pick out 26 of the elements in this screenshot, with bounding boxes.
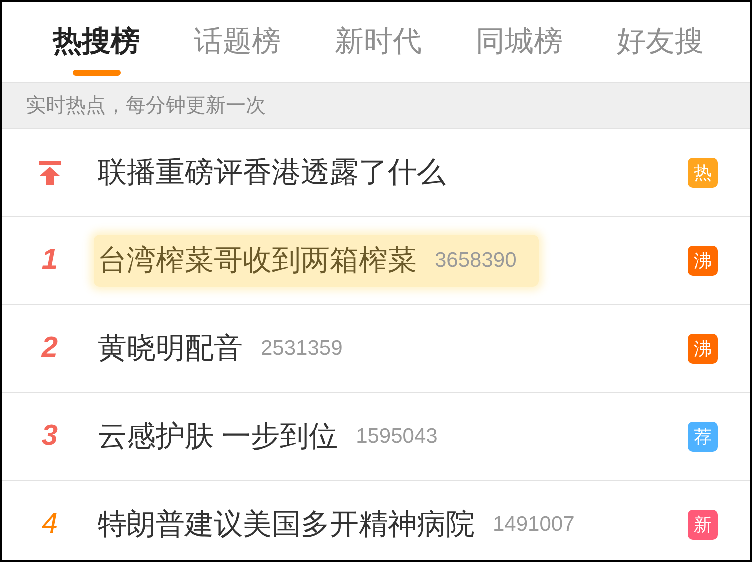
rank-number: 2 (42, 332, 58, 365)
label-badge: 沸 (688, 334, 718, 364)
search-count: 1491007 (493, 512, 575, 536)
search-count: 3658390 (435, 248, 517, 272)
pin-top-icon (39, 160, 61, 184)
topic-title: 台湾榨菜哥收到两箱榨菜 (98, 244, 417, 278)
notice-text: 实时热点，每分钟更新一次 (2, 83, 750, 129)
label-badge: 荐 (688, 422, 718, 452)
rank-number: 3 (42, 420, 58, 453)
topic-title: 联播重磅评香港透露了什么 (98, 156, 446, 190)
tab[interactable]: 热搜榜 (26, 2, 167, 82)
search-count: 1595043 (356, 424, 438, 448)
search-count: 2531359 (261, 336, 343, 360)
rank-number: 4 (42, 508, 58, 541)
label-badge: 沸 (688, 246, 718, 276)
tab[interactable]: 同城榜 (449, 2, 590, 82)
topic-title: 云感护肤 一步到位 (98, 420, 338, 454)
rank-number: 1 (42, 244, 58, 277)
label-badge: 热 (688, 158, 718, 188)
label-badge: 新 (688, 510, 718, 540)
topic-title: 特朗普建议美国多开精神病院 (98, 508, 475, 542)
tab[interactable]: 新时代 (308, 2, 449, 82)
tab[interactable]: 话题榜 (167, 2, 308, 82)
tab-indicator (72, 70, 120, 76)
topic-title: 黄晓明配音 (98, 332, 243, 366)
tab[interactable]: 好友搜 (590, 2, 731, 82)
